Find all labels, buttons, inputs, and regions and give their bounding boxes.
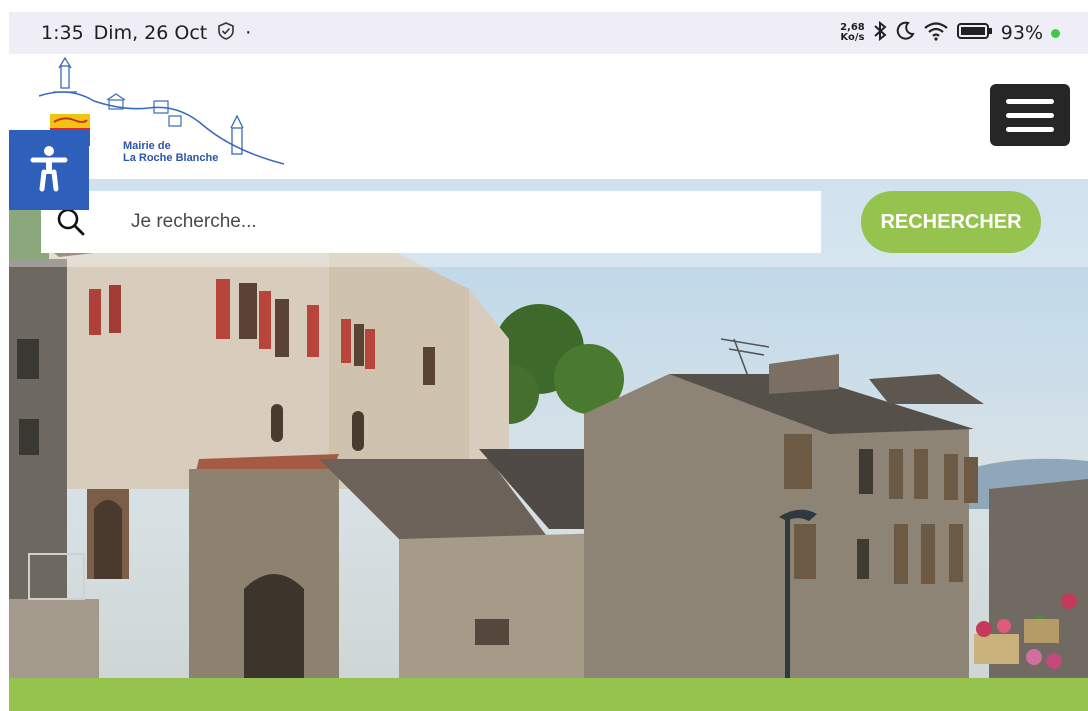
logo-text: Mairie de La Roche Blanche xyxy=(123,140,218,164)
accessibility-button[interactable] xyxy=(9,130,89,210)
logo-line2: La Roche Blanche xyxy=(123,152,219,164)
search-band: RECHERCHER xyxy=(9,179,1088,267)
accessibility-icon xyxy=(29,144,69,197)
bluetooth-icon xyxy=(873,20,887,46)
logo-line1: Mairie de xyxy=(123,140,171,152)
battery-percent: 93% xyxy=(1000,22,1043,44)
wifi-icon xyxy=(923,21,949,46)
green-banner-bar xyxy=(9,678,1088,711)
search-button[interactable]: RECHERCHER xyxy=(861,191,1041,253)
search-input[interactable] xyxy=(101,191,801,253)
indicator-dot xyxy=(1051,28,1060,38)
search-icon[interactable] xyxy=(41,207,101,237)
hamburger-menu-button[interactable] xyxy=(990,84,1070,146)
hamburger-menu-icon xyxy=(1006,98,1054,104)
status-date: Dim, 26 Oct xyxy=(93,22,208,44)
dot-icon: · xyxy=(245,22,252,44)
status-left: 1:35 Dim, 26 Oct · xyxy=(41,21,252,45)
battery-icon xyxy=(956,22,993,45)
moon-icon xyxy=(895,21,915,46)
search-box xyxy=(41,191,821,253)
status-bar: 1:35 Dim, 26 Oct · 2,68 Ko/s 93% xyxy=(9,12,1088,54)
status-right: 2,68 Ko/s 93% xyxy=(840,20,1060,46)
net-speed: 2,68 Ko/s xyxy=(840,22,865,43)
site-header: Mairie de La Roche Blanche xyxy=(9,54,1088,179)
shield-check-icon xyxy=(217,21,235,45)
status-time: 1:35 xyxy=(41,22,84,44)
